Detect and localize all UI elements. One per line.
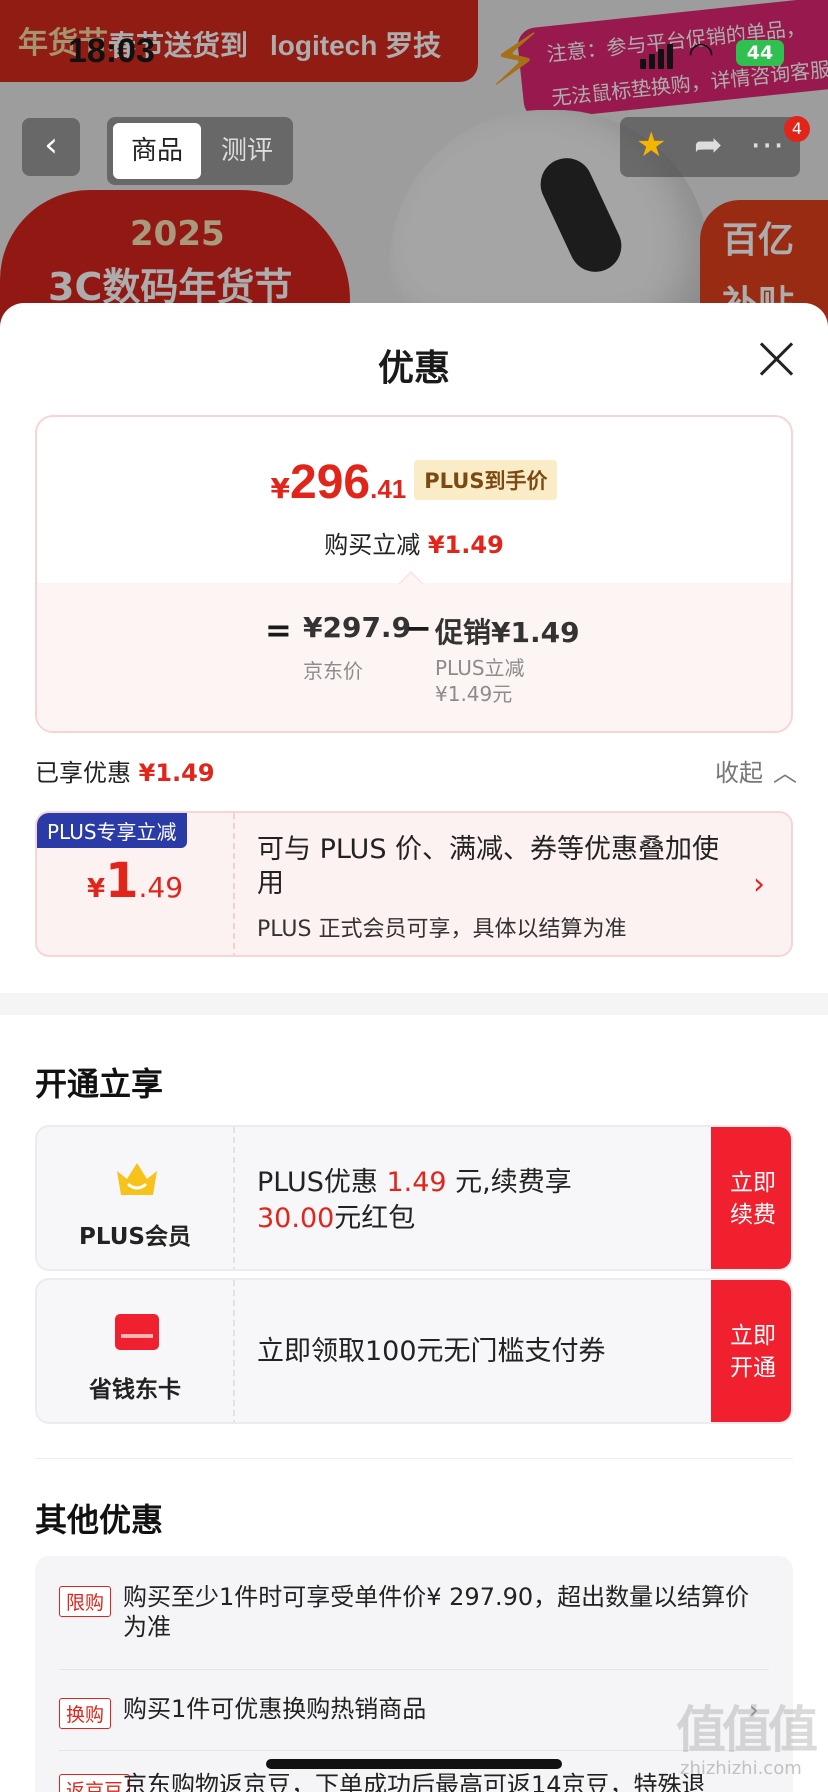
limit-tag: 限购 [59, 1586, 112, 1617]
plus-offer-amount: 1.49 [386, 1167, 447, 1198]
savings-card-label: 省钱东卡 [89, 1377, 181, 1403]
watermark-url: zhizhizhi.com [680, 1758, 802, 1779]
wifi-icon: ◠ [688, 36, 715, 71]
savings-card-offer[interactable]: 省钱东卡 立即领取100元无门槛支付券 立即开通 [35, 1278, 793, 1424]
plus-discount-amount: ¥1.49 [37, 853, 233, 909]
final-price: ¥296.41 PLUS到手价 [37, 455, 791, 510]
sheet-title: 优惠 [377, 348, 450, 389]
discount-sheet: 优惠 ¥296.41 PLUS到手价 购买立减 ¥1.49 = ¥297.9 京东… [0, 303, 828, 1792]
offer-divider [233, 1280, 235, 1422]
plus-member-offer[interactable]: PLUS会员 PLUS优惠 1.49 元,续费享 30.00元红包 立即续费 [35, 1125, 793, 1271]
plus-note: PLUS 正式会员可享，具体以结算为准 [257, 917, 627, 942]
promo-discount: 促销¥1.49 [435, 616, 580, 649]
price-integer: 296 [290, 456, 371, 509]
tab-product[interactable]: 商品 [113, 123, 201, 179]
plus-amount-dec: .49 [138, 871, 184, 904]
back-icon[interactable]: ‹ [22, 118, 80, 176]
list-separator [59, 1669, 769, 1670]
jd-price: ¥297.9 [303, 611, 412, 644]
promo-label-line-1: PLUS立减 [435, 656, 525, 680]
activate-button[interactable]: 立即 开通 [711, 1280, 791, 1422]
enjoyed-label: 已享优惠 [35, 759, 131, 787]
enjoyed-discount: 已享优惠 ¥1.49 [35, 753, 215, 788]
section-divider [35, 1458, 793, 1459]
price-summary: ¥296.41 PLUS到手价 购买立减 ¥1.49 [37, 417, 791, 583]
crown-icon [117, 1163, 157, 1195]
chevron-up-icon: ︿ [773, 759, 797, 787]
instant-discount-label: 购买立减 [324, 531, 421, 559]
plus-member-badge: PLUS会员 [37, 1127, 233, 1269]
equals-sign: = [265, 611, 292, 649]
notification-badge: 4 [784, 116, 810, 142]
section-gap [0, 993, 828, 1015]
savings-card-badge: 省钱东卡 [37, 1280, 233, 1422]
watermark-logo: 值值值 [676, 1701, 818, 1759]
signal-icon [640, 44, 676, 69]
offer-divider [233, 1127, 235, 1269]
plus-ribbon: PLUS专享立减 [37, 813, 187, 848]
plus-offer-redpacket: 30.00 [257, 1203, 335, 1234]
plus-currency: ¥ [86, 874, 106, 904]
list-separator [59, 1750, 769, 1751]
more-icon[interactable]: ⋯ [750, 125, 784, 165]
promo-label-line-2: ¥1.49元 [435, 682, 513, 706]
jd-price-label: 京东价 [303, 659, 363, 683]
status-time: 18:03 [68, 32, 155, 70]
price-breakdown: = ¥297.9 京东价 − 促销¥1.49 PLUS立减 ¥1.49元 [37, 583, 791, 731]
instant-discount: 购买立减 ¥1.49 [37, 525, 791, 560]
collapse-label: 收起 [715, 759, 763, 787]
page-tabs: 商品 测评 [107, 117, 293, 185]
close-icon[interactable] [756, 339, 796, 379]
price-decimal: .41 [370, 474, 407, 504]
plus-offer-text-e: 元红包 [334, 1203, 416, 1234]
share-icon[interactable]: ➦ [694, 125, 723, 165]
plus-offer-text-c: 元,续费享 [446, 1167, 572, 1198]
enjoyed-value: ¥1.49 [138, 759, 215, 787]
card-divider [233, 813, 235, 955]
minus-sign: − [405, 609, 432, 647]
open-section-title: 开通立享 [35, 1065, 164, 1103]
list-item-text: 购买1件可优惠换购热销商品 [123, 1695, 427, 1723]
plus-offer-text-a: PLUS优惠 [257, 1167, 387, 1198]
list-item-text: 京东购物返京豆，下单成功后最高可返14京豆，特殊退 [123, 1771, 706, 1792]
other-section-title: 其他优惠 [35, 1501, 164, 1539]
plus-discount-card[interactable]: PLUS专享立减 ¥1.49 可与 PLUS 价、满减、券等优惠叠加使用 PLU… [35, 811, 793, 957]
home-indicator[interactable] [266, 1759, 562, 1769]
activate-button-line-2: 开通 [730, 1355, 776, 1381]
collapse-button[interactable]: 收起 ︿ [715, 753, 797, 788]
status-bar: 18:03 ◠ 44 [0, 0, 828, 100]
nav-actions: ★ ➦ ⋯ [620, 117, 800, 177]
plus-description: 可与 PLUS 价、满减、券等优惠叠加使用 [257, 834, 720, 899]
exchange-tag: 换购 [59, 1698, 112, 1729]
plus-member-text: PLUS优惠 1.49 元,续费享 30.00元红包 [257, 1165, 657, 1237]
plus-price-tag: PLUS到手价 [414, 460, 558, 500]
currency-symbol: ¥ [270, 472, 291, 505]
plus-amount-int: 1 [105, 853, 139, 909]
list-item-text: 购买至少1件时可享受单件价¥ 297.90，超出数量以结算价为准 [123, 1583, 750, 1641]
renew-button-line-1: 立即 [730, 1170, 776, 1196]
promo-label: PLUS立减 ¥1.49元 [435, 655, 525, 707]
activate-button-line-1: 立即 [730, 1323, 776, 1349]
renew-button-line-2: 续费 [730, 1202, 776, 1228]
star-icon[interactable]: ★ [636, 125, 666, 165]
renew-button[interactable]: 立即 续费 [711, 1127, 791, 1269]
card-icon [115, 1314, 159, 1350]
beans-tag: 返京豆 [59, 1774, 131, 1792]
savings-card-text: 立即领取100元无门槛支付券 [257, 1336, 606, 1367]
instant-discount-value: ¥1.49 [427, 531, 504, 559]
price-card: ¥296.41 PLUS到手价 购买立减 ¥1.49 = ¥297.9 京东价 −… [35, 415, 793, 733]
chevron-right-icon[interactable]: › [753, 867, 765, 902]
plus-member-label: PLUS会员 [79, 1224, 191, 1250]
battery-icon: 44 [736, 40, 784, 66]
tab-review[interactable]: 测评 [203, 123, 291, 179]
